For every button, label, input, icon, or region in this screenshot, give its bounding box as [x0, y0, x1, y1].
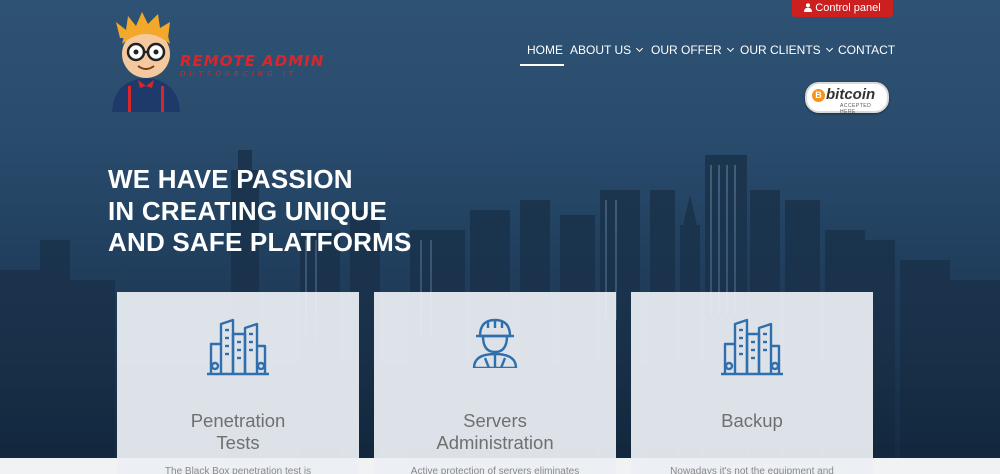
card-description: Active protection of servers eliminates [410, 466, 580, 474]
card-description: Nowadays it's not the equipment and [670, 466, 834, 474]
headline-line-1: WE HAVE PASSION [108, 164, 353, 194]
logo-subtitle: OUTSOURCING IT [180, 70, 298, 78]
card-title: Backup [631, 410, 873, 432]
chevron-down-icon [825, 44, 833, 53]
nav-contact-label: CONTACT [838, 43, 896, 57]
bitcoin-accepted-badge: B bitcoin ACCEPTED HERE [805, 82, 889, 115]
card-title: Penetration Tests [117, 410, 359, 454]
user-icon [804, 1, 813, 18]
card-description: The Black Box penetration test is [164, 466, 312, 474]
bitcoin-word: bitcoin [826, 86, 876, 103]
nav-home[interactable]: HOME [527, 42, 563, 58]
headline-line-2: IN CREATING UNIQUE [108, 195, 388, 226]
hero-section: Control panel REMOTE ADMIN OUTSOURCING I… [0, 0, 1000, 474]
card-title-line: Penetration [190, 410, 286, 431]
card-title: Servers Administration [374, 410, 616, 454]
service-card-penetration-tests[interactable]: Penetration Tests The Black Box penetrat… [117, 292, 359, 474]
nav-our-clients-label: OUR CLIENTS [740, 43, 821, 57]
card-title-line: Tests [216, 432, 260, 453]
control-panel-label: Control panel [815, 2, 881, 14]
headline-line-3: AND SAFE PLATFORMS [108, 227, 412, 257]
control-panel-button[interactable]: Control panel [792, 0, 893, 17]
bitcoin-accepted-text: ACCEPTED HERE [840, 103, 872, 115]
nav-contact[interactable]: CONTACT [838, 42, 895, 58]
card-title-line: Servers [463, 410, 527, 431]
main-nav: HOME ABOUT US OUR OFFER OUR CLIENTS CONT… [0, 42, 1000, 66]
nav-our-offer[interactable]: OUR OFFER [651, 42, 734, 58]
bitcoin-icon: B [812, 89, 825, 102]
nav-about-us-label: ABOUT US [570, 43, 632, 57]
service-card-backup[interactable]: Backup Nowadays it's not the equipment a… [631, 292, 873, 474]
nav-home-label: HOME [527, 43, 563, 57]
nav-about-us[interactable]: ABOUT US [570, 42, 644, 58]
service-card-servers-administration[interactable]: Servers Administration Active protection… [374, 292, 616, 474]
hero-headline: WE HAVE PASSION IN CREATING UNIQUE AND S… [108, 164, 412, 259]
nav-our-clients[interactable]: OUR CLIENTS [740, 42, 833, 58]
buildings-icon [207, 318, 269, 376]
chevron-down-icon [726, 44, 734, 53]
worker-icon [472, 318, 518, 368]
card-title-line: Backup [721, 410, 783, 431]
nav-active-indicator [520, 64, 564, 66]
card-title-line: Administration [436, 432, 554, 453]
nav-our-offer-label: OUR OFFER [651, 43, 722, 57]
chevron-down-icon [636, 44, 644, 53]
buildings-icon [721, 318, 783, 376]
